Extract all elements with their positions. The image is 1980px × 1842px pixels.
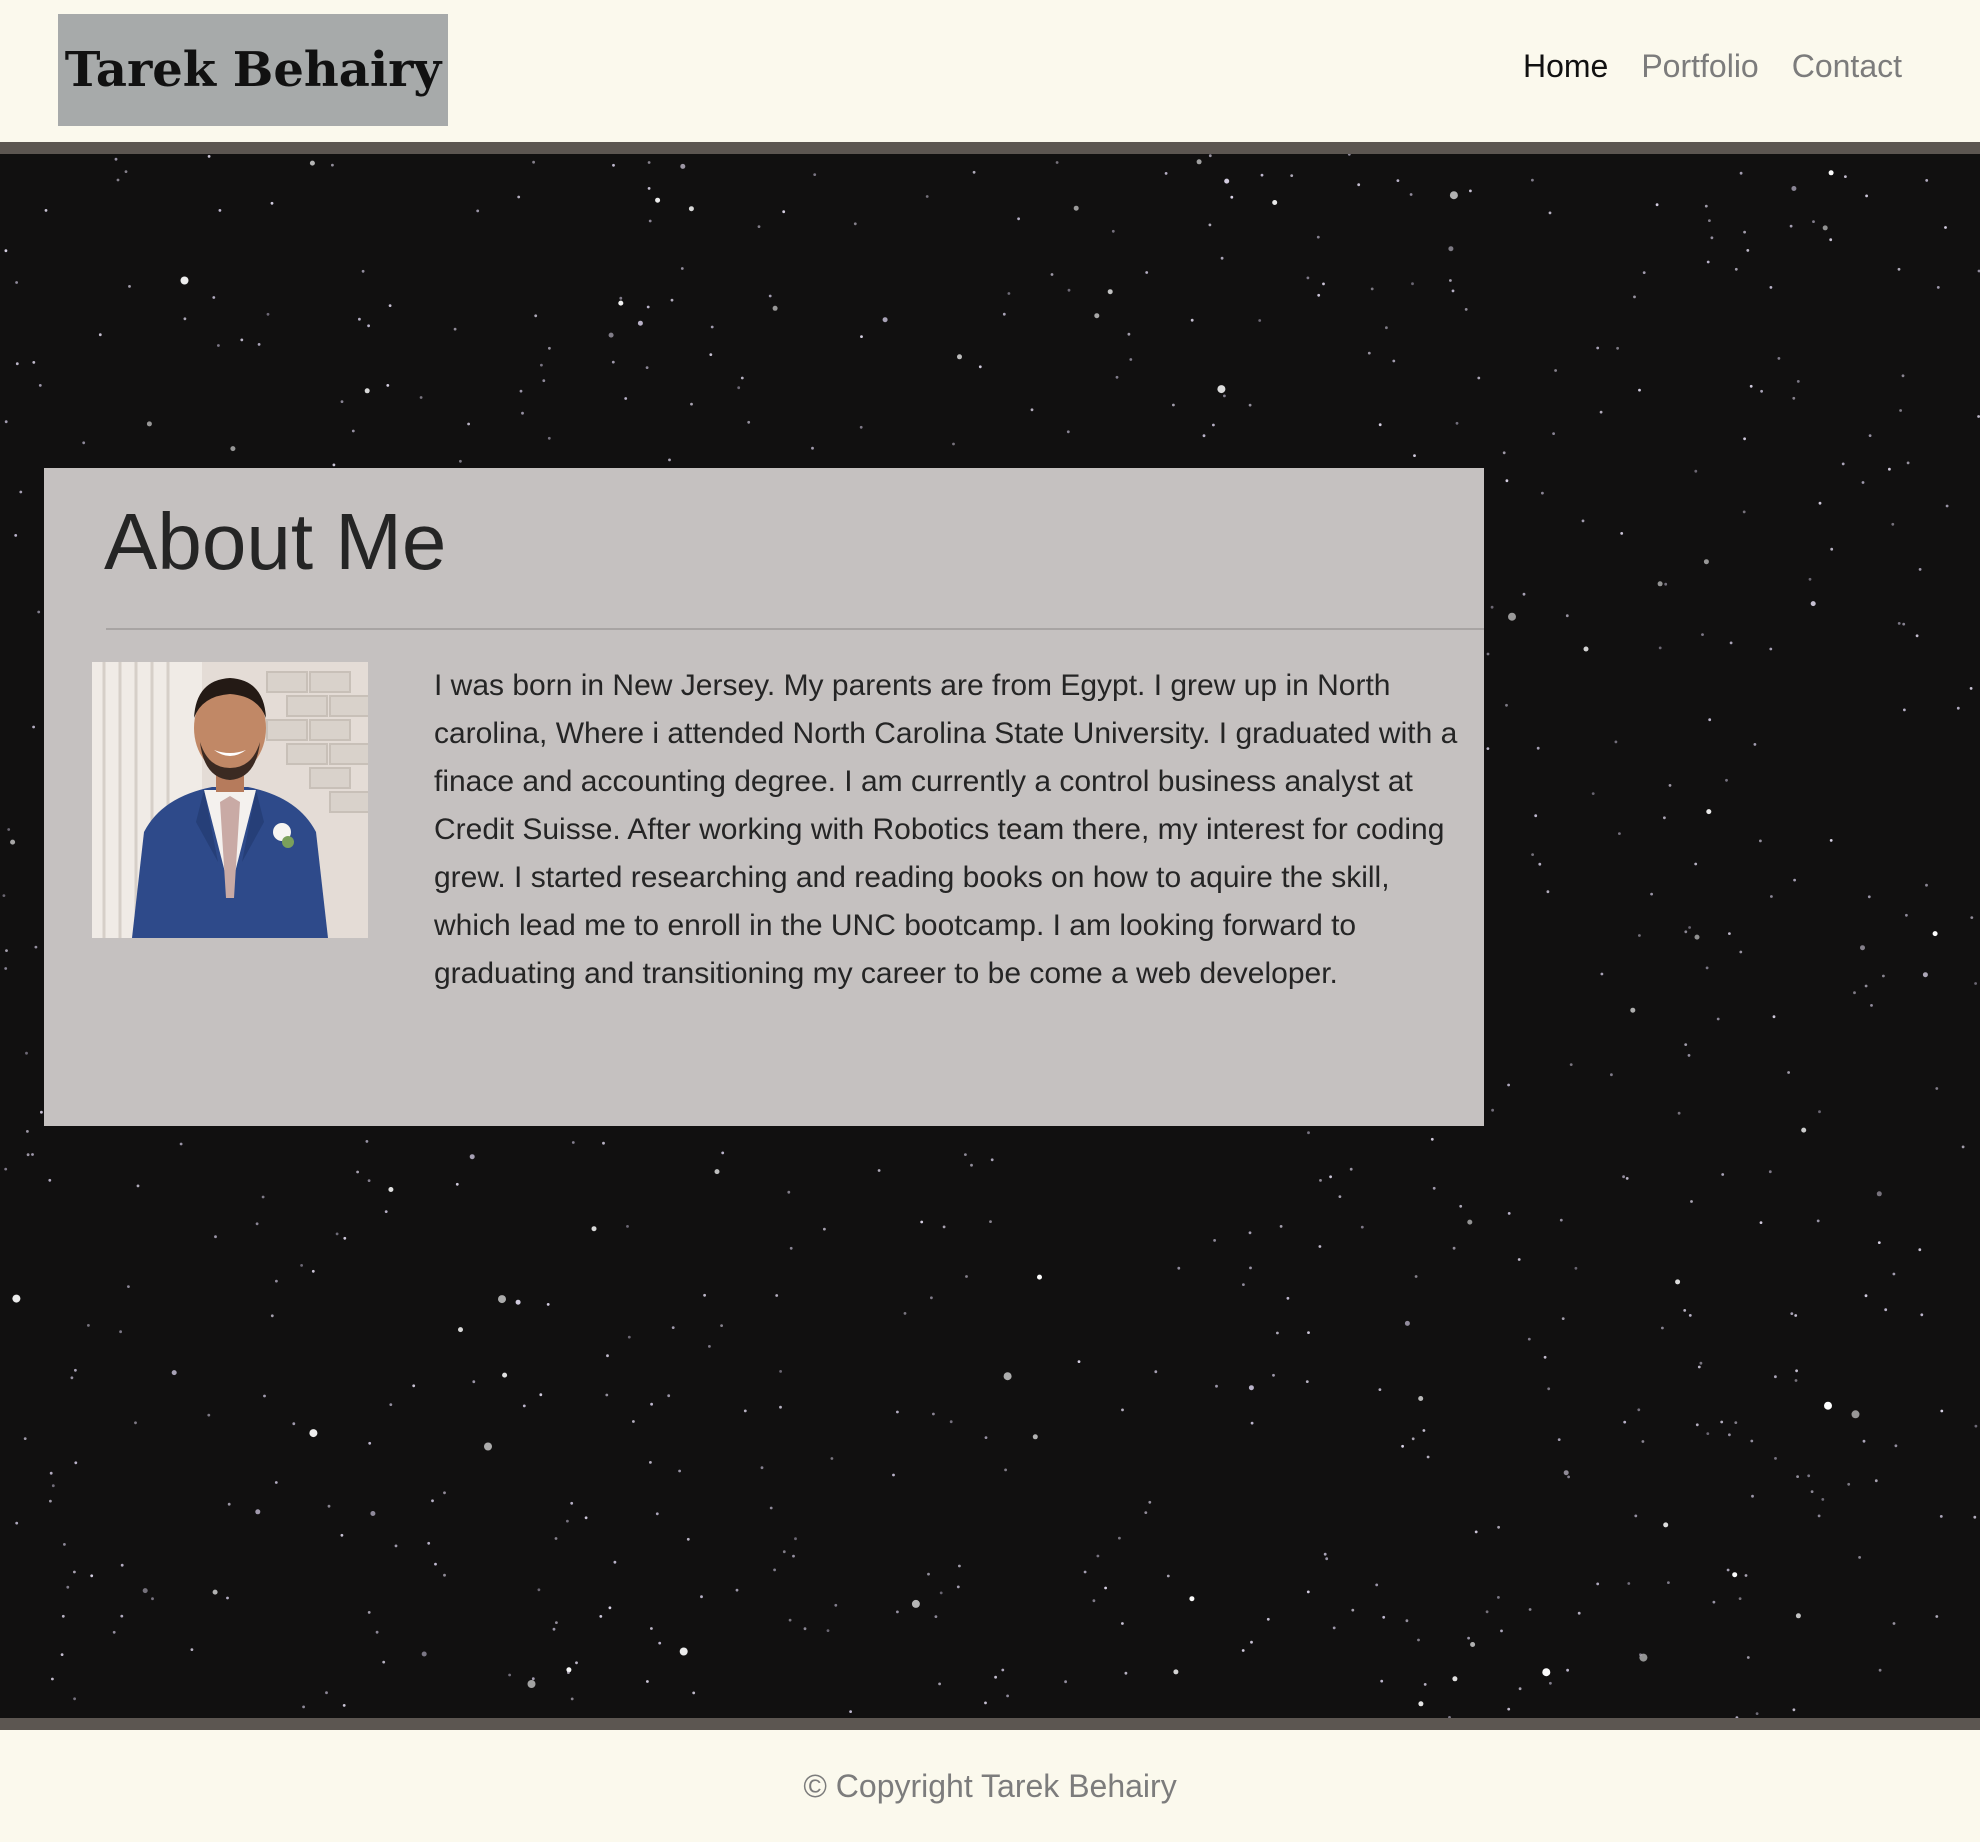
main-nav: Home Portfolio Contact bbox=[1523, 48, 1902, 85]
nav-contact-link[interactable]: Contact bbox=[1792, 48, 1902, 85]
nav-portfolio-link[interactable]: Portfolio bbox=[1641, 48, 1758, 85]
copyright-text: © Copyright Tarek Behairy bbox=[803, 1767, 1177, 1804]
about-body: I was born in New Jersey. My parents are… bbox=[92, 662, 1464, 998]
nav-home-link[interactable]: Home bbox=[1523, 48, 1608, 85]
header-divider bbox=[0, 142, 1980, 154]
brand-logo[interactable]: Tarek Behairy bbox=[58, 14, 448, 126]
about-card: About Me I was born in New Jersey. My pa… bbox=[44, 468, 1484, 1126]
about-heading: About Me bbox=[104, 497, 447, 586]
site-header: Tarek Behairy Home Portfolio Contact bbox=[0, 0, 1980, 142]
profile-photo bbox=[92, 662, 422, 952]
about-divider bbox=[106, 628, 1484, 630]
starfield-background: About Me I was born in New Jersey. My pa… bbox=[0, 154, 1980, 1718]
footer-divider bbox=[0, 1718, 1980, 1730]
about-bio-text: I was born in New Jersey. My parents are… bbox=[434, 669, 1458, 990]
site-footer: © Copyright Tarek Behairy bbox=[0, 1730, 1980, 1842]
